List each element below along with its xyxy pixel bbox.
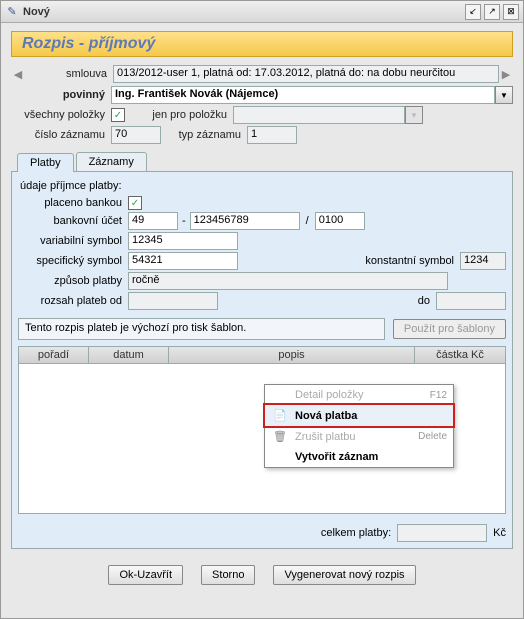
grid-header: pořadí datum popis částka Kč [18, 346, 506, 364]
povinny-combo[interactable]: Ing. František Novák (Nájemce) ▼ [111, 86, 513, 104]
ucet-bank-field[interactable]: 0100 [315, 212, 365, 230]
ucet-prefix-field[interactable]: 49 [128, 212, 178, 230]
col-poradi[interactable]: pořadí [19, 347, 89, 363]
do-label: do [418, 295, 436, 307]
regenerate-button[interactable]: Vygenerovat nový rozpis [273, 565, 415, 585]
cislo-field: 70 [111, 126, 161, 144]
slash: / [300, 215, 315, 227]
ks-label: konstantní symbol [365, 255, 460, 267]
storno-button[interactable]: Storno [201, 565, 255, 585]
smlouva-label: smlouva [25, 68, 113, 80]
ctx-nova-platba[interactable]: 📄 Nová platba [265, 405, 453, 426]
maximize-button[interactable]: ↗ [484, 4, 500, 20]
vs-label: variabilní symbol [18, 235, 128, 247]
jenpro-value [233, 106, 405, 124]
col-popis[interactable]: popis [169, 347, 415, 363]
minimize-button[interactable]: ↙ [465, 4, 481, 20]
typ-label: typ záznamu [161, 129, 247, 141]
vs-field[interactable]: 12345 [128, 232, 238, 250]
col-castka[interactable]: částka Kč [415, 347, 505, 363]
template-button: Použít pro šablony [393, 319, 506, 339]
ks-field: 1234 [460, 252, 506, 270]
prev-icon[interactable]: ◀ [11, 68, 25, 81]
edit-icon: ✎ [5, 5, 19, 19]
jenpro-combo[interactable]: ▼ [233, 106, 423, 124]
next-icon[interactable]: ▶ [499, 68, 513, 81]
titlebar: ✎ Nový ↙ ↗ ⊠ [1, 1, 523, 23]
page-title: Rozpis - příjmový [22, 35, 502, 53]
udaje-label: údaje příjmce platby: [20, 180, 506, 192]
window-title: Nový [23, 6, 462, 18]
zpusob-label: způsob platby [18, 275, 128, 287]
total-field [397, 524, 487, 542]
povinny-label: povinný [11, 89, 111, 101]
new-payment-icon: 📄 [271, 409, 289, 422]
ucet-number-field[interactable]: 123456789 [190, 212, 300, 230]
rozsah-od-field [128, 292, 218, 310]
ctx-zrusit: 🗑 Zrušit platbu Delete [265, 426, 453, 447]
ss-field[interactable]: 54321 [128, 252, 238, 270]
ctx-vytvorit[interactable]: Vytvořit záznam [265, 447, 453, 467]
zpusob-field: ročně [128, 272, 448, 290]
placeno-checkbox[interactable]: ✓ [128, 196, 142, 210]
ok-close-button[interactable]: Ok-Uzavřít [108, 565, 183, 585]
ctx-detail: Detail položky F12 [265, 385, 453, 405]
template-info: Tento rozpis plateb je výchozí pro tisk … [18, 318, 385, 340]
dash: - [178, 215, 190, 227]
smlouva-field: 013/2012-user 1, platná od: 17.03.2012, … [113, 65, 499, 83]
tab-platby[interactable]: Platby [17, 153, 74, 172]
close-button[interactable]: ⊠ [503, 4, 519, 20]
typ-field: 1 [247, 126, 297, 144]
page-header: Rozpis - příjmový [11, 31, 513, 57]
vsechny-label: všechny položky [11, 109, 111, 121]
povinny-value: Ing. František Novák (Nájemce) [111, 86, 495, 104]
col-datum[interactable]: datum [89, 347, 169, 363]
tab-bar: Platby Záznamy [17, 152, 513, 171]
jenpro-label: jen pro položku [143, 109, 233, 121]
dropdown-icon: ▼ [405, 106, 423, 124]
placeno-label: placeno bankou [18, 197, 128, 209]
context-menu: Detail položky F12 📄 Nová platba 🗑 Zruši… [264, 384, 454, 468]
ucet-label: bankovní účet [18, 215, 128, 227]
grid-body[interactable]: Detail položky F12 📄 Nová platba 🗑 Zruši… [18, 364, 506, 514]
ss-label: specifický symbol [18, 255, 128, 267]
dropdown-icon[interactable]: ▼ [495, 86, 513, 104]
window: ✎ Nový ↙ ↗ ⊠ Rozpis - příjmový ◀ smlouva… [0, 0, 524, 619]
total-label: celkem platby: [321, 527, 391, 539]
footer-buttons: Ok-Uzavřít Storno Vygenerovat nový rozpi… [7, 565, 517, 585]
tab-zaznamy[interactable]: Záznamy [76, 152, 147, 171]
total-unit: Kč [493, 527, 506, 539]
delete-icon: 🗑 [271, 430, 289, 443]
rozsah-label: rozsah plateb od [18, 295, 128, 307]
rozsah-do-field [436, 292, 506, 310]
cislo-label: číslo záznamu [11, 129, 111, 141]
tab-panel-platby: údaje příjmce platby: placeno bankou ✓ b… [11, 171, 513, 549]
vsechny-checkbox[interactable]: ✓ [111, 108, 125, 122]
